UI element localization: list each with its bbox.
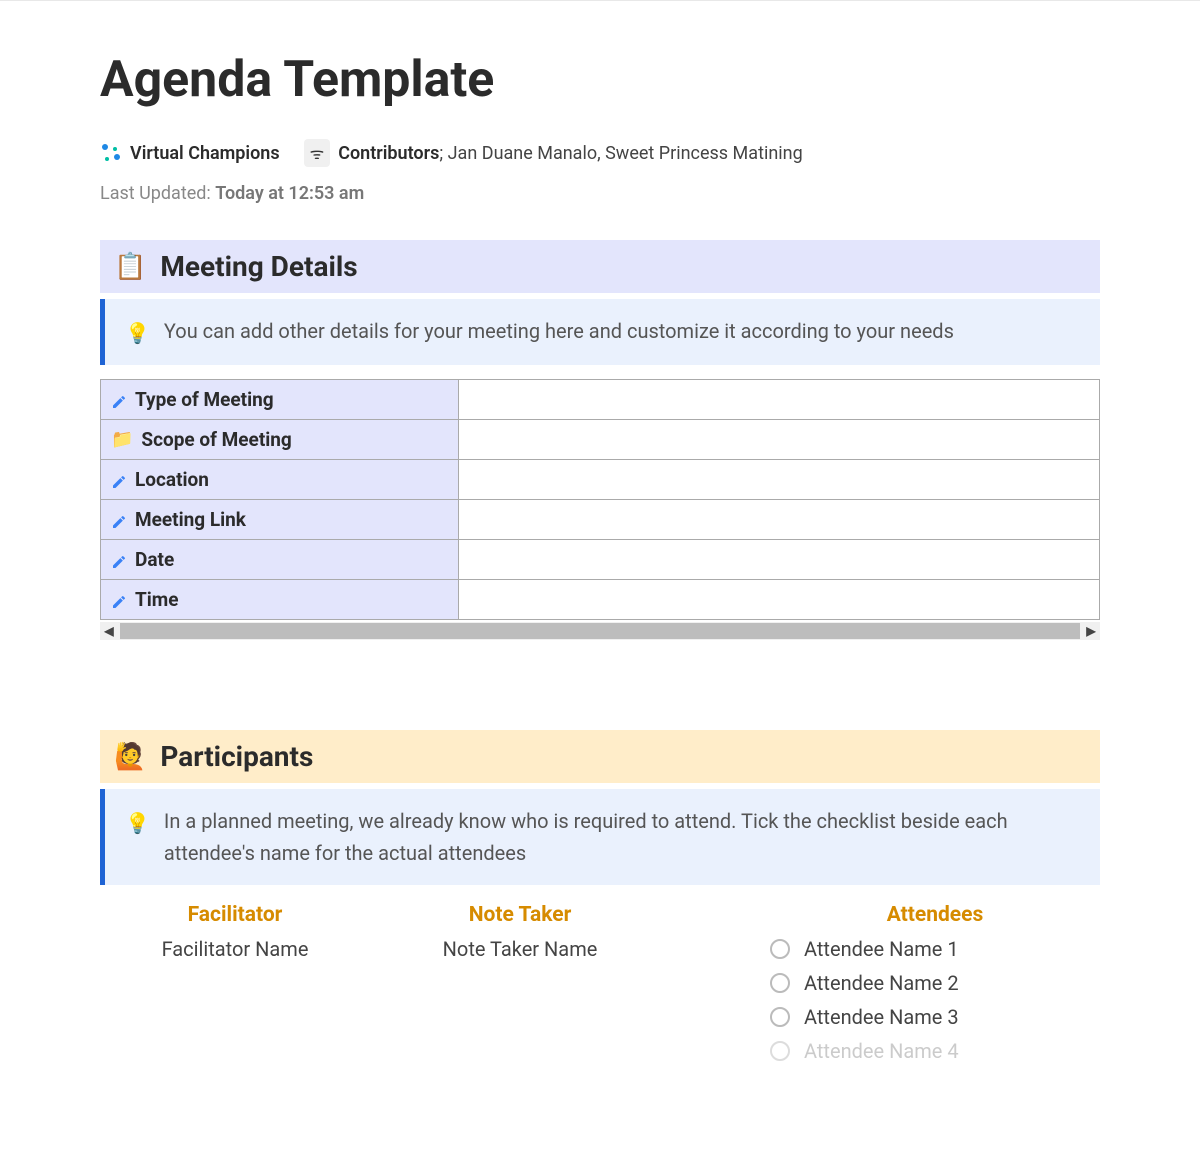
facilitator-column: Facilitator Facilitator Name — [100, 903, 370, 1073]
attendee-checkbox[interactable] — [770, 1007, 790, 1027]
notetaker-column: Note Taker Note Taker Name — [370, 903, 670, 1073]
detail-value-cell[interactable] — [459, 580, 1100, 620]
detail-value-cell[interactable] — [459, 380, 1100, 420]
table-row: Meeting Link — [101, 500, 1100, 540]
attendee-item: Attendee Name 2 — [770, 971, 959, 995]
detail-label-cell: Meeting Link — [101, 500, 459, 540]
contributors-names: ; Jan Duane Manalo, Sweet Princess Matin… — [439, 143, 802, 164]
section-heading-participants: Participants — [160, 740, 313, 773]
detail-label: Type of Meeting — [135, 388, 274, 411]
section-header-participants: 🙋 Participants — [100, 730, 1100, 783]
detail-label: Time — [135, 588, 179, 611]
attendee-checkbox[interactable] — [770, 1041, 790, 1061]
scrollbar-track[interactable] — [120, 623, 1080, 639]
horizontal-scrollbar[interactable]: ◀ ▶ — [100, 622, 1100, 640]
attendee-item: Attendee Name 3 — [770, 1005, 959, 1029]
detail-label-cell: Type of Meeting — [101, 380, 459, 420]
scroll-right-icon[interactable]: ▶ — [1082, 622, 1100, 640]
last-updated-label: Last Updated: — [100, 183, 211, 204]
notetaker-heading: Note Taker — [469, 903, 572, 927]
section-header-details: 📋 Meeting Details — [100, 240, 1100, 293]
table-row: 📁 Scope of Meeting — [101, 420, 1100, 460]
detail-label: Location — [135, 468, 209, 491]
detail-value-cell[interactable] — [459, 420, 1100, 460]
callout-details: 💡 You can add other details for your mee… — [100, 299, 1100, 365]
table-row: Location — [101, 460, 1100, 500]
table-row: Type of Meeting — [101, 380, 1100, 420]
page-title: Agenda Template — [100, 51, 1100, 109]
pencil-icon — [111, 392, 127, 408]
facilitator-heading: Facilitator — [188, 903, 283, 927]
scroll-left-icon[interactable]: ◀ — [100, 622, 118, 640]
attendee-name[interactable]: Attendee Name 3 — [804, 1005, 959, 1029]
table-row: Time — [101, 580, 1100, 620]
notetaker-value[interactable]: Note Taker Name — [443, 937, 598, 961]
spacer — [100, 640, 1100, 730]
lightbulb-icon: 💡 — [125, 317, 150, 349]
contributors-label: Contributors — [338, 143, 439, 164]
attendees-column: Attendees Attendee Name 1 Attendee Name 2… — [670, 903, 1100, 1073]
attendee-name[interactable]: Attendee Name 2 — [804, 971, 959, 995]
lightbulb-icon: 💡 — [125, 807, 150, 839]
pencil-icon — [111, 592, 127, 608]
detail-label: Meeting Link — [135, 508, 246, 531]
org-item[interactable]: Virtual Champions — [100, 142, 280, 164]
pencil-icon — [111, 512, 127, 528]
table-row: Date — [101, 540, 1100, 580]
last-updated: Last Updated: Today at 12:53 am — [100, 183, 1100, 204]
clipboard-icon: 📋 — [114, 254, 146, 280]
detail-value-cell[interactable] — [459, 500, 1100, 540]
org-name: Virtual Champions — [130, 143, 280, 164]
meta-row: Virtual Champions ᯤ Contributors; Jan Du… — [100, 139, 1100, 167]
detail-label-cell: 📁 Scope of Meeting — [101, 420, 459, 460]
facilitator-value[interactable]: Facilitator Name — [162, 937, 309, 961]
detail-label: Scope of Meeting — [141, 428, 291, 451]
folder-icon: 📁 — [111, 431, 133, 449]
raised-hand-icon: 🙋 — [114, 744, 146, 770]
people-icon: ᯤ — [304, 139, 331, 167]
section-heading-details: Meeting Details — [160, 250, 357, 283]
attendee-checkbox[interactable] — [770, 973, 790, 993]
callout-participants: 💡 In a planned meeting, we already know … — [100, 789, 1100, 885]
pencil-icon — [111, 472, 127, 488]
attendee-name[interactable]: Attendee Name 1 — [804, 937, 959, 961]
attendee-item: Attendee Name 4 — [770, 1039, 959, 1063]
attendee-checkbox[interactable] — [770, 939, 790, 959]
pencil-icon — [111, 552, 127, 568]
last-updated-value: Today at 12:53 am — [215, 183, 364, 204]
detail-label-cell: Time — [101, 580, 459, 620]
attendee-item: Attendee Name 1 — [770, 937, 959, 961]
participants-grid: Facilitator Facilitator Name Note Taker … — [100, 903, 1100, 1073]
document-container: Agenda Template Virtual Champions ᯤ Cont… — [0, 1, 1200, 1113]
detail-value-cell[interactable] — [459, 540, 1100, 580]
attendees-heading: Attendees — [770, 903, 1100, 927]
contributors-item[interactable]: ᯤ Contributors; Jan Duane Manalo, Sweet … — [304, 139, 803, 167]
callout-text-details: You can add other details for your meeti… — [164, 315, 954, 347]
detail-label-cell: Date — [101, 540, 459, 580]
detail-value-cell[interactable] — [459, 460, 1100, 500]
detail-label: Date — [135, 548, 174, 571]
detail-label-cell: Location — [101, 460, 459, 500]
attendee-name[interactable]: Attendee Name 4 — [804, 1039, 959, 1063]
callout-text-participants: In a planned meeting, we already know wh… — [164, 805, 1080, 869]
org-logo-icon — [100, 142, 122, 164]
details-table: Type of Meeting 📁 Scope of Meeting Location… — [100, 379, 1100, 620]
